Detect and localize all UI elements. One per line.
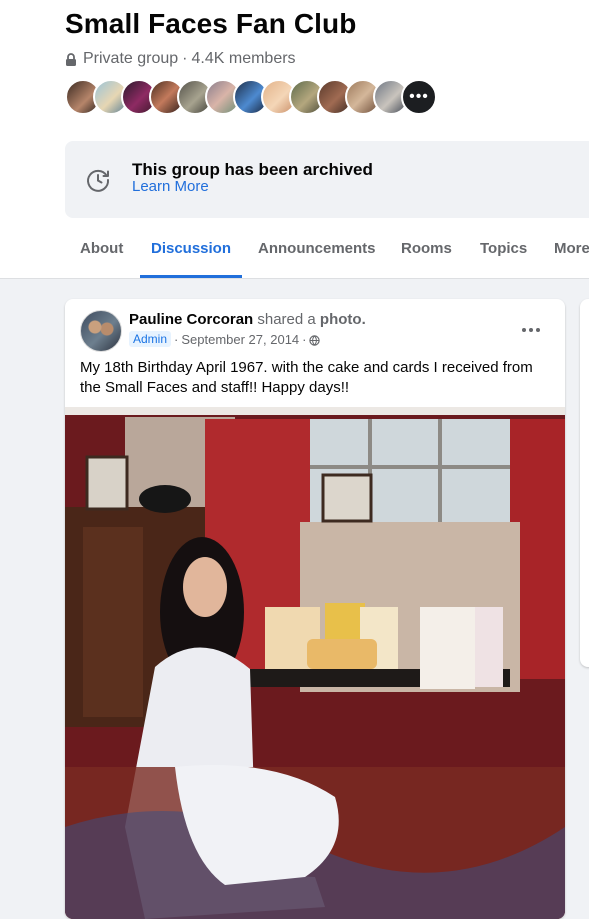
member-count[interactable]: 4.4K members: [192, 50, 296, 68]
archived-title: This group has been archived: [132, 160, 373, 179]
post-subline: Admin · September 27, 2014 ·: [129, 331, 320, 347]
dot: [522, 328, 526, 332]
subline-separator: ·: [302, 331, 307, 347]
globe-icon: [308, 334, 320, 346]
dot: [536, 328, 540, 332]
tab-announcements[interactable]: Announcements: [258, 229, 376, 277]
post-action: shared a: [257, 311, 316, 328]
post-card: Pauline Corcoran shared a photo. Admin ·…: [65, 299, 565, 919]
archived-notice: This group has been archived Learn More: [65, 141, 589, 218]
tab-topics[interactable]: Topics: [480, 229, 527, 277]
author-avatar[interactable]: [80, 310, 122, 352]
group-title[interactable]: Small Faces Fan Club: [65, 8, 356, 40]
shared-object-link[interactable]: photo.: [320, 311, 366, 328]
tab-rooms[interactable]: Rooms: [401, 229, 452, 277]
post-text: My 18th Birthday April 1967. with the ca…: [80, 359, 533, 396]
archive-clock-icon: [85, 167, 111, 193]
admin-badge: Admin: [129, 331, 172, 347]
lock-icon: [65, 52, 77, 66]
more-members-button[interactable]: •••: [401, 79, 437, 115]
group-header: Small Faces Fan Club Private group · 4.4…: [0, 0, 589, 279]
author-name[interactable]: Pauline Corcoran: [129, 311, 253, 328]
tab-about[interactable]: About: [80, 229, 123, 277]
member-avatars: •••: [65, 79, 437, 115]
post-header: Pauline Corcoran shared a photo.: [129, 311, 366, 328]
dot: [529, 328, 533, 332]
more-options-icon[interactable]: [517, 316, 545, 344]
post-date[interactable]: September 27, 2014: [181, 332, 299, 347]
post-photo[interactable]: [65, 407, 565, 919]
meta-separator: ·: [182, 50, 188, 67]
subline-separator: ·: [174, 331, 179, 347]
group-meta: Private group · 4.4K members: [65, 50, 296, 68]
tab-more[interactable]: More: [554, 229, 589, 277]
learn-more-link[interactable]: Learn More: [132, 178, 209, 195]
privacy-label: Private group: [83, 50, 179, 67]
side-card: [580, 299, 589, 667]
tab-discussion[interactable]: Discussion: [140, 229, 242, 278]
